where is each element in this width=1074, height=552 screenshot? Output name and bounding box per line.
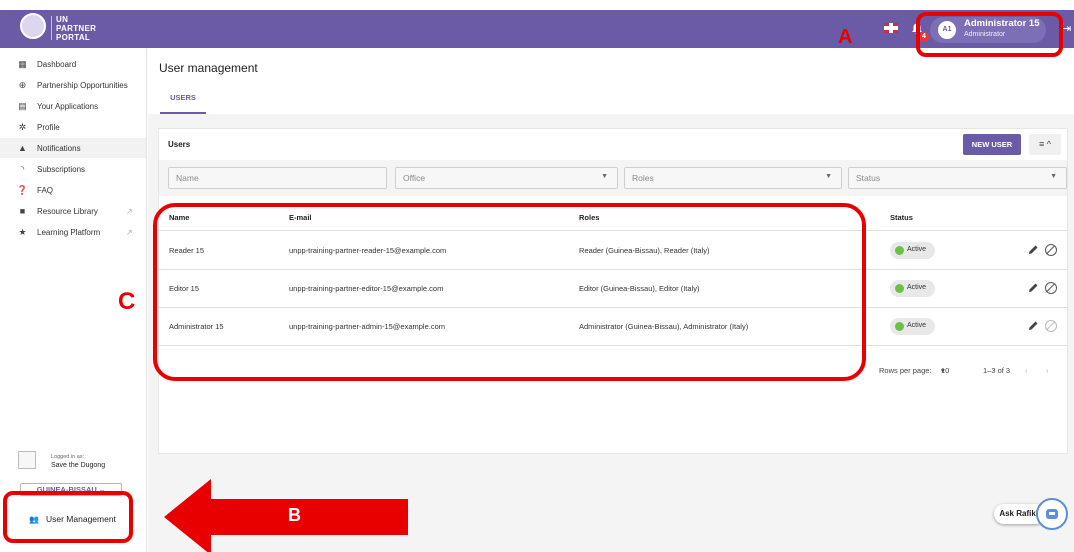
portal-logo-text[interactable]: UN PARTNER PORTAL	[56, 15, 96, 42]
annotation-arrow-head	[164, 479, 211, 552]
logged-in-label: Logged in as:	[51, 454, 85, 460]
chevron-up-icon: ^	[1046, 139, 1051, 149]
dropdown-arrow-icon: ▼	[825, 173, 832, 180]
status-dot	[895, 246, 904, 255]
external-link-icon: ↗	[126, 206, 133, 216]
sidebar-item-label: Learning Platform	[37, 227, 101, 237]
logo-line-2: PARTNER	[56, 24, 97, 33]
un-logo-icon[interactable]	[20, 13, 46, 39]
external-link-icon: ↗	[126, 227, 133, 237]
annotation-box-c	[153, 203, 866, 381]
sidebar-item-label: Notifications	[37, 143, 81, 153]
logout-icon[interactable]: ⇥	[1062, 22, 1071, 35]
name-filter-placeholder: Name	[176, 173, 199, 183]
sidebar-item-resource-library[interactable]: ■ Resource Library ↗	[0, 201, 146, 221]
edit-pencil-icon[interactable]	[1027, 320, 1039, 332]
page-header: User management USERS	[148, 48, 1074, 114]
status-badge: Active	[890, 318, 935, 335]
sidebar-item-your-applications[interactable]: ▤ Your Applications	[0, 96, 146, 116]
annotation-label-b: B	[288, 505, 301, 525]
rss-icon: ◝	[20, 163, 25, 174]
dashboard-icon: ▦	[18, 58, 27, 69]
chevron-left-icon[interactable]: ‹	[1025, 366, 1028, 375]
office-filter-select[interactable]: Office ▼	[395, 167, 618, 189]
status-text: Active	[907, 322, 927, 329]
edit-pencil-icon[interactable]	[1027, 282, 1039, 294]
sidebar-item-subscriptions[interactable]: ◝ Subscriptions	[0, 159, 146, 179]
status-filter-placeholder: Status	[856, 173, 881, 183]
status-filter-select[interactable]: Status ▼	[848, 167, 1067, 189]
annotation-label-c: C	[118, 288, 136, 315]
clipboard-icon: ▤	[18, 100, 27, 111]
edit-pencil-icon[interactable]	[1027, 244, 1039, 256]
status-badge: Active	[890, 280, 935, 297]
language-flag-icon[interactable]	[884, 23, 898, 33]
help-icon: ❓	[16, 184, 29, 195]
status-text: Active	[907, 284, 927, 291]
sidebar-item-label: Resource Library	[37, 206, 98, 216]
status-badge: Active	[890, 242, 935, 259]
deactivate-user-icon	[1045, 320, 1057, 332]
sidebar-item-partnership-opportunities[interactable]: ⊕ Partnership Opportunities	[0, 75, 146, 95]
organization-logo-image	[18, 451, 36, 469]
new-user-button[interactable]: NEW USER	[963, 134, 1021, 155]
filter-toggle-button[interactable]: ≡ ^	[1029, 134, 1061, 155]
sidebar-item-notifications[interactable]: ▲ Notifications	[0, 138, 146, 158]
logged-in-organization: Save the Dugong	[51, 462, 106, 469]
dropdown-arrow-icon: ▼	[601, 173, 608, 180]
annotation-box-b	[3, 491, 133, 543]
dropdown-arrow-icon: ▼	[1050, 173, 1057, 180]
sidebar-item-faq[interactable]: ❓ FAQ	[0, 180, 146, 200]
rows-per-page-label: Rows per page:	[879, 366, 932, 375]
bell-icon: ▲	[18, 143, 27, 153]
sidebar-item-profile[interactable]: ✲ Profile	[0, 117, 146, 137]
sidebar-item-label: Partnership Opportunities	[37, 80, 128, 90]
logo-line-3: PORTAL	[56, 33, 91, 42]
filter-icon: ≡	[1038, 139, 1045, 149]
logo-line-1: UN	[56, 15, 69, 24]
roles-filter-placeholder: Roles	[632, 173, 654, 183]
name-filter-input[interactable]: Name	[168, 167, 387, 189]
page-title: User management	[159, 61, 258, 75]
sidebar-item-label: FAQ	[37, 185, 54, 195]
office-filter-placeholder: Office	[403, 173, 426, 183]
status-dot	[895, 284, 904, 293]
status-dot	[895, 322, 904, 331]
tab-underline	[160, 112, 206, 114]
sidebar-item-label: Subscriptions	[37, 164, 86, 174]
roles-filter-select[interactable]: Roles ▼	[624, 167, 842, 189]
top-bar: UN PARTNER PORTAL 4 A1 Administrator 15 …	[0, 10, 1074, 48]
chevron-right-icon[interactable]: ›	[1046, 366, 1049, 375]
rows-per-page-value: 10	[941, 366, 950, 375]
gear-icon: ✲	[18, 121, 27, 132]
sidebar-item-learning-platform[interactable]: ★ Learning Platform ↗	[0, 222, 146, 242]
deactivate-user-icon[interactable]	[1045, 282, 1057, 294]
card-title: Users	[168, 140, 191, 149]
annotation-label-a: A	[838, 26, 853, 48]
deactivate-user-icon[interactable]	[1045, 244, 1057, 256]
sidebar-item-label: Dashboard	[37, 59, 77, 69]
star-icon: ★	[18, 226, 27, 237]
logo-divider	[51, 16, 52, 40]
book-icon: ■	[19, 206, 26, 216]
annotation-box-a	[916, 12, 1063, 57]
rows-per-page-select[interactable]: 10 ▾	[941, 366, 949, 375]
pagination-range: 1–3 of 3	[983, 366, 1011, 375]
sidebar-item-dashboard[interactable]: ▦ Dashboard	[0, 54, 146, 74]
globe-icon: ⊕	[18, 79, 27, 90]
column-header-status[interactable]: Status	[890, 213, 913, 222]
sidebar-item-label: Your Applications	[37, 101, 99, 111]
annotation-arrow	[210, 499, 408, 535]
sidebar-item-label: Profile	[37, 122, 60, 132]
filter-row: Name Office ▼ Roles ▼ Status ▼	[159, 160, 1067, 196]
status-text: Active	[907, 246, 927, 253]
tab-users[interactable]: USERS	[160, 91, 206, 111]
chatbot-icon[interactable]	[1036, 498, 1068, 530]
